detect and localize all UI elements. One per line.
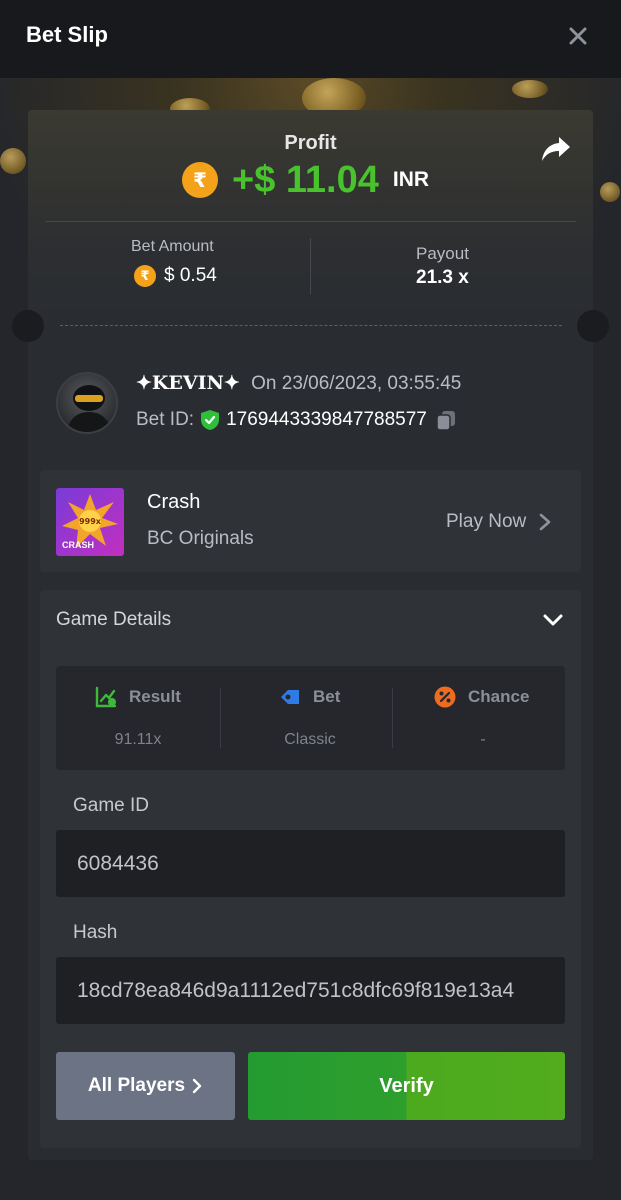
profit-label: Profit [284, 132, 337, 154]
result-chart-icon [95, 686, 117, 708]
bet-id-label: Bet ID: [136, 409, 195, 430]
thumb-badge: 999x [79, 517, 102, 526]
share-icon[interactable] [540, 134, 572, 164]
bet-id-row: Bet ID: 1769443339847788577 [136, 409, 457, 431]
stat-result-value: 91.11x [114, 731, 162, 748]
ticket-notch [577, 310, 609, 342]
bet-amount-label: Bet Amount [131, 238, 214, 255]
chevron-right-icon [539, 513, 551, 531]
game-id-label: Game ID [73, 795, 150, 816]
stats-box [56, 666, 565, 770]
game-thumbnail[interactable]: 999x CRASH [56, 488, 124, 556]
ticket-notch [12, 310, 44, 342]
dashed-divider [60, 325, 562, 326]
stat-bet-label: Bet [313, 687, 341, 706]
player-info: ✦KEVIN✦ On 23/06/2023, 03:55:45 [136, 372, 461, 395]
hash-field[interactable]: 18cd78ea846d9a1112ed751c8dfc69f819e13a4 [56, 957, 565, 1024]
play-now-link[interactable]: Play Now [446, 511, 552, 533]
game-name: Crash [147, 491, 201, 513]
bet-amount-value: $ 0.54 [164, 265, 217, 286]
all-players-button[interactable]: All Players [56, 1052, 235, 1120]
bet-amount-row: ₹ $ 0.54 [134, 265, 217, 287]
title-bar: Bet Slip [0, 0, 621, 78]
thumb-label: CRASH [62, 540, 94, 550]
game-details-title[interactable]: Game Details [56, 609, 171, 631]
profit-amount: +$ 11.04 [232, 158, 379, 201]
divider [310, 238, 311, 294]
player-name[interactable]: ✦KEVIN✦ [136, 372, 240, 394]
verified-shield-icon [201, 410, 220, 430]
hash-label: Hash [73, 922, 118, 943]
payout-value: 21.3 x [416, 267, 469, 288]
stat-bet: Bet [279, 686, 340, 708]
profit-row: ₹ +$ 11.04 INR [182, 158, 430, 201]
stat-result: Result [95, 686, 181, 708]
rupee-coin-icon: ₹ [134, 265, 156, 287]
play-now-label: Play Now [446, 511, 527, 532]
avatar[interactable] [56, 372, 118, 434]
rupee-coin-icon: ₹ [182, 162, 218, 198]
percent-icon [434, 686, 456, 708]
copy-icon[interactable] [435, 409, 457, 431]
game-provider: BC Originals [147, 528, 254, 549]
crash-logo-icon: 999x CRASH [62, 494, 118, 550]
close-icon[interactable] [566, 24, 590, 48]
profit-currency: INR [392, 168, 430, 191]
decorative-coin [600, 182, 620, 202]
stat-result-label: Result [129, 687, 181, 706]
divider [46, 221, 576, 222]
decorative-coin [512, 80, 548, 98]
game-id-field[interactable]: 6084436 [56, 830, 565, 897]
stat-bet-value: Classic [284, 731, 336, 748]
bet-id-value: 1769443339847788577 [226, 409, 427, 430]
verify-button[interactable]: Verify [248, 1052, 565, 1120]
chevron-down-icon[interactable] [542, 612, 564, 628]
bet-date: On 23/06/2023, 03:55:45 [251, 373, 462, 394]
chevron-right-icon [192, 1078, 202, 1094]
all-players-label: All Players [87, 1075, 186, 1096]
bet-tag-icon [281, 690, 299, 704]
stat-chance-value: - [480, 731, 486, 748]
stat-chance-label: Chance [468, 687, 530, 706]
stat-chance: Chance [434, 686, 529, 708]
page-title: Bet Slip [26, 22, 108, 47]
payout-label: Payout [416, 244, 469, 263]
